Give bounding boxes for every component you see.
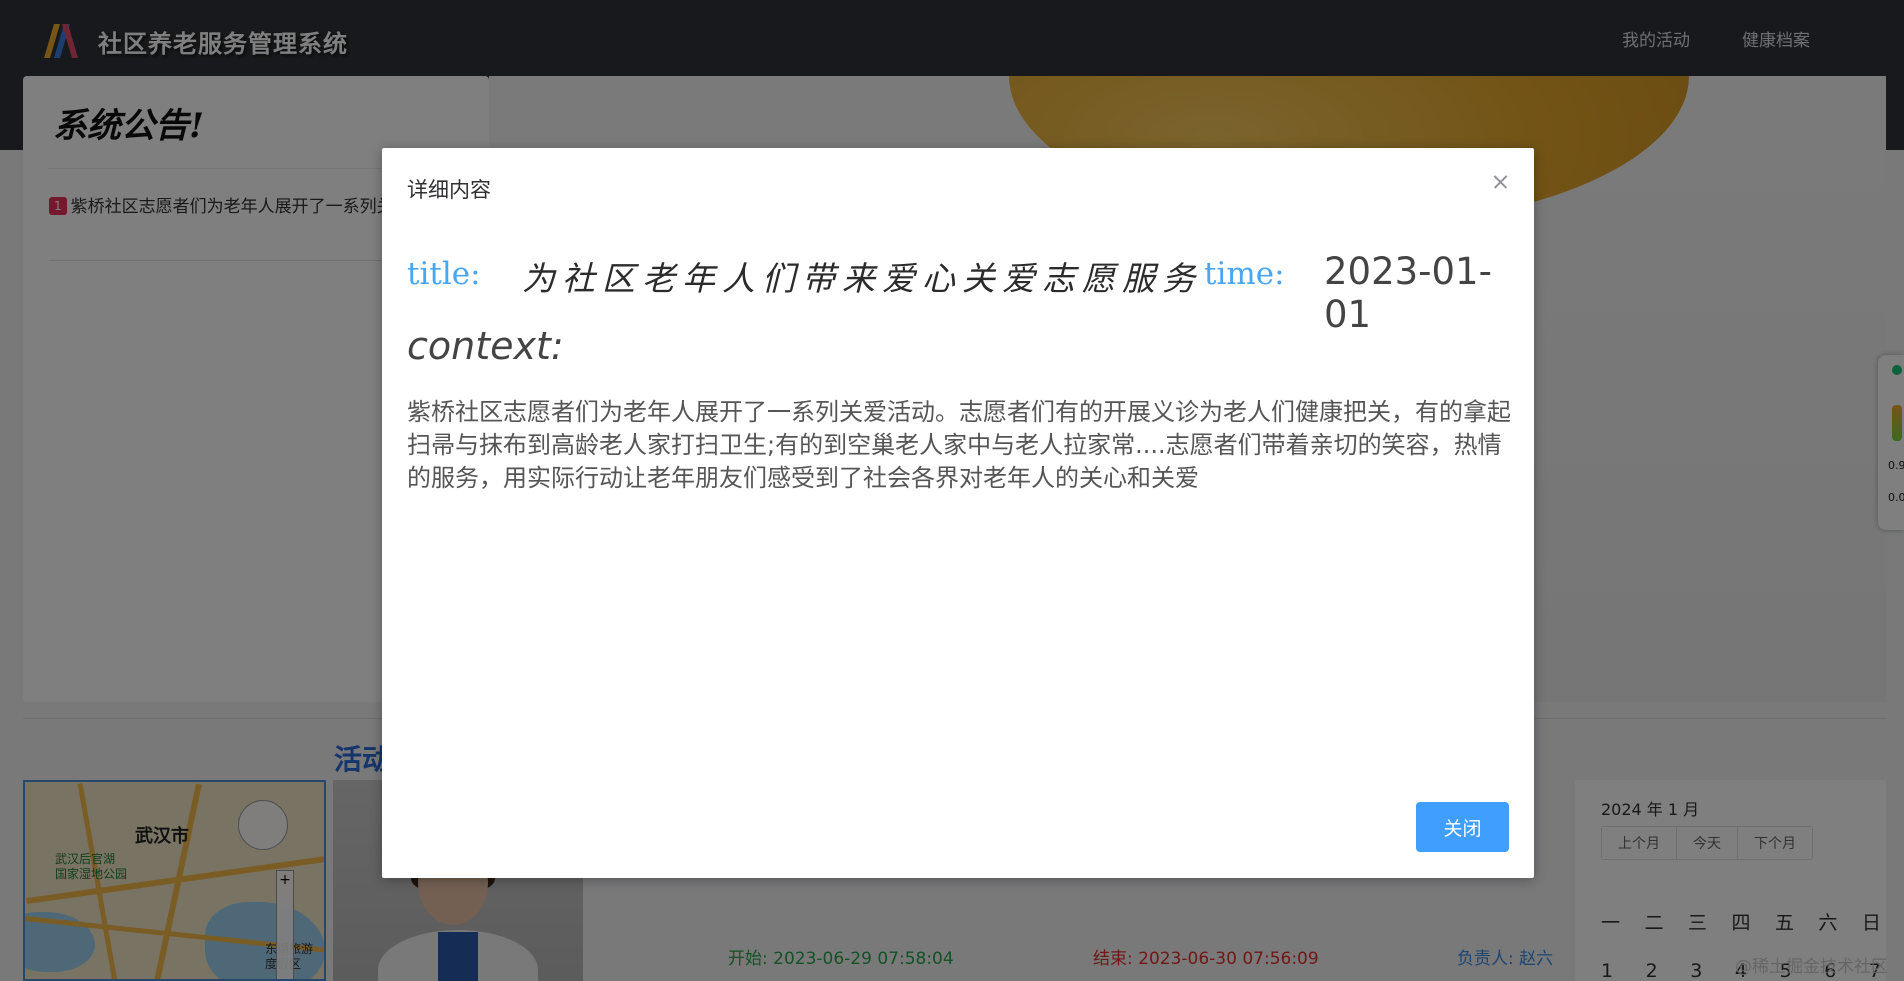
title-value: 为社区老年人们带来爱心关爱志愿服务 [522, 259, 1202, 298]
close-icon[interactable] [1489, 170, 1513, 194]
context-label: context: [407, 324, 564, 368]
context-value: 紫桥社区志愿者们为老年人展开了一系列关爱活动。志愿者们有的开展义诊为老人们健康把… [407, 398, 1511, 492]
close-button[interactable]: 关闭 [1416, 802, 1509, 852]
title-label: title: [407, 256, 481, 292]
time-label: time: [1204, 256, 1285, 292]
detail-dialog: 详细内容 title: 为社区老年人们带来爱心关爱志愿服务 time: 2023… [382, 148, 1534, 878]
dialog-title: 详细内容 [407, 178, 491, 202]
time-value: 2023-01-01 [1324, 250, 1492, 336]
